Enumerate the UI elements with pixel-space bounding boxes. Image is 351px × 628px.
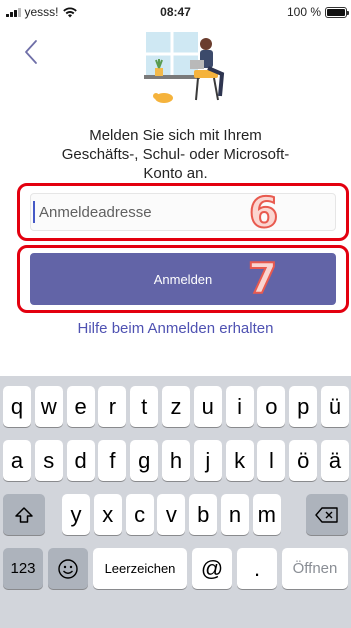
signin-help-link[interactable]: Hilfe beim Anmelden erhalten <box>0 320 351 337</box>
numbers-key[interactable]: 123 <box>3 548 43 589</box>
emoji-key[interactable] <box>48 548 88 589</box>
key-q[interactable]: q <box>3 386 31 427</box>
key-j[interactable]: j <box>193 440 222 481</box>
key-f[interactable]: f <box>98 440 127 481</box>
key-v[interactable]: v <box>157 494 186 535</box>
key-b[interactable]: b <box>189 494 218 535</box>
keyboard-row-2: asdfghjklöä <box>0 440 351 481</box>
key-e[interactable]: e <box>66 386 95 427</box>
person-at-desk-illustration <box>144 32 225 103</box>
key-y[interactable]: y <box>62 494 90 535</box>
step-number-7: 7 <box>247 254 278 303</box>
key-t[interactable]: t <box>130 386 159 427</box>
emoji-icon <box>58 558 78 579</box>
status-right: 100 % <box>286 5 349 19</box>
key-a[interactable]: a <box>3 440 31 481</box>
signin-button[interactable]: Anmelden <box>30 253 336 305</box>
status-bar: yesss! 08:47 100 % <box>0 0 351 22</box>
message-line-1: Melden Sie sich mit Ihrem <box>89 127 262 144</box>
message-line-2: Geschäfts-, Schul- oder Microsoft- <box>61 146 290 163</box>
onscreen-keyboard: qwertzuiopü asdfghjklöä yxcvbnm 123 Leer… <box>0 376 351 628</box>
key-ö[interactable]: ö <box>289 440 318 481</box>
text-cursor <box>33 201 35 223</box>
field-highlight-box <box>17 183 349 241</box>
delete-key[interactable] <box>306 494 348 535</box>
key-ü[interactable]: ü <box>321 386 349 427</box>
shift-icon <box>15 506 33 523</box>
back-chevron-icon[interactable] <box>22 38 40 66</box>
key-m[interactable]: m <box>252 494 281 535</box>
key-l[interactable]: l <box>257 440 286 481</box>
battery-fill <box>327 8 345 16</box>
key-k[interactable]: k <box>225 440 254 481</box>
key-i[interactable]: i <box>225 386 254 427</box>
key-g[interactable]: g <box>130 440 159 481</box>
return-key[interactable]: Öffnen <box>282 548 348 589</box>
key-d[interactable]: d <box>66 440 95 481</box>
key-o[interactable]: o <box>257 386 286 427</box>
key-p[interactable]: p <box>289 386 318 427</box>
battery-icon <box>325 6 349 18</box>
key-x[interactable]: x <box>93 494 122 535</box>
message-line-3: Konto an. <box>143 165 208 182</box>
keyboard-row-4: 123 Leerzeichen @ . Öffnen <box>0 548 351 589</box>
dot-key[interactable]: . <box>237 548 277 589</box>
key-h[interactable]: h <box>162 440 190 481</box>
step-number-6: 6 <box>248 188 279 237</box>
keyboard-row-1: qwertzuiopü <box>0 386 351 427</box>
key-u[interactable]: u <box>193 386 222 427</box>
backspace-icon <box>315 506 338 523</box>
keyboard-row-3: yxcvbnm <box>0 494 351 535</box>
key-z[interactable]: z <box>162 386 190 427</box>
signin-message: Melden Sie sich mit Ihrem Geschäfts-, Sc… <box>40 126 311 183</box>
key-s[interactable]: s <box>34 440 63 481</box>
key-w[interactable]: w <box>34 386 63 427</box>
battery-percent: 100 % <box>286 5 321 19</box>
key-n[interactable]: n <box>221 494 249 535</box>
signin-address-input[interactable] <box>30 193 336 231</box>
space-key[interactable]: Leerzeichen <box>93 548 187 589</box>
at-key[interactable]: @ <box>192 548 232 589</box>
shift-key[interactable] <box>3 494 45 535</box>
key-c[interactable]: c <box>125 494 154 535</box>
key-r[interactable]: r <box>98 386 127 427</box>
button-highlight-box: Anmelden <box>17 245 349 313</box>
key-ä[interactable]: ä <box>321 440 349 481</box>
